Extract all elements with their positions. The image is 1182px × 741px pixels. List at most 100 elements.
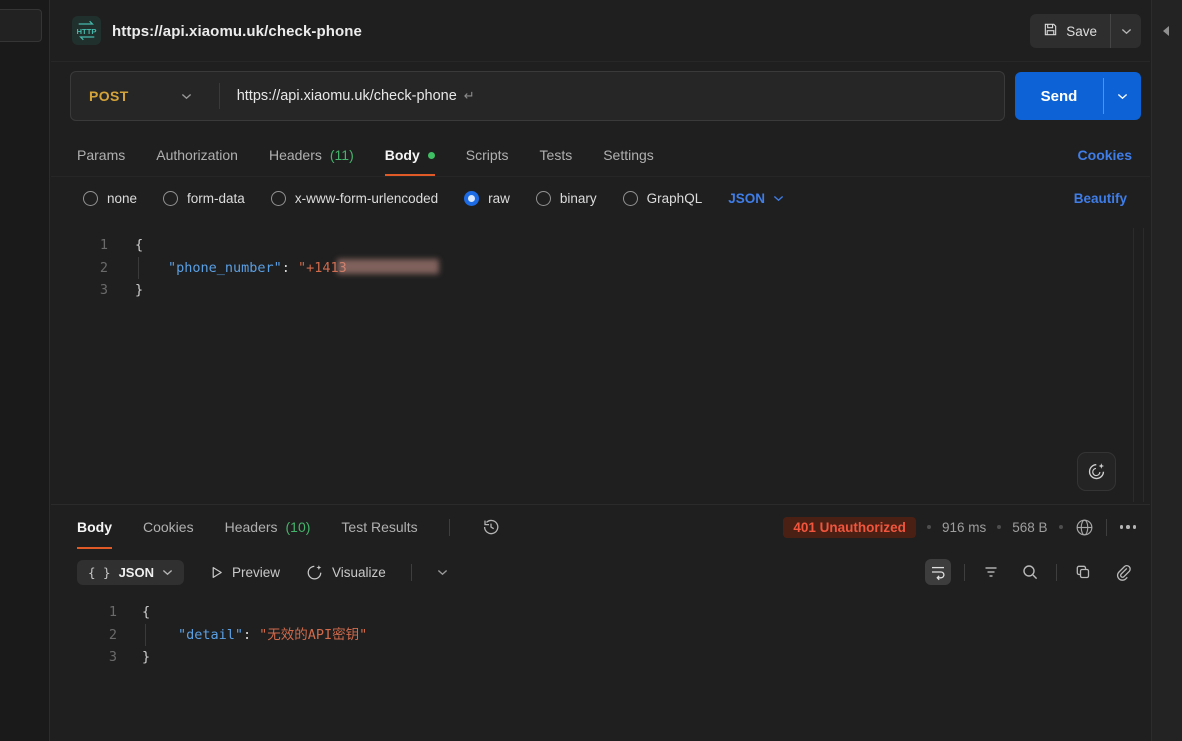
collapse-panel-arrow-icon[interactable]: [1163, 26, 1169, 36]
network-info-button[interactable]: [1074, 517, 1095, 538]
language-selector[interactable]: JSON: [728, 191, 784, 206]
play-outline-icon: [209, 565, 224, 580]
line-number: 2: [51, 624, 117, 647]
editor-panel-edge: [1143, 228, 1144, 502]
filter-lines-icon: [982, 563, 1000, 581]
wrap-text-icon: [929, 563, 947, 581]
visualize-options-button[interactable]: [437, 569, 448, 576]
tab-response-cookies[interactable]: Cookies: [143, 505, 194, 549]
tool-label: Preview: [232, 565, 280, 580]
chevron-down-icon: [1117, 93, 1128, 100]
save-options-button[interactable]: [1111, 14, 1141, 48]
line-number: 2: [51, 257, 108, 280]
divider: [449, 519, 450, 536]
radio-label: x-www-form-urlencoded: [295, 191, 438, 206]
headers-count: (10): [286, 519, 311, 535]
code-text: }: [135, 279, 143, 302]
tab-label: Params: [77, 147, 125, 163]
braces-icon: { }: [88, 565, 111, 580]
radio-circle: [83, 191, 98, 206]
status-badge: 401 Unauthorized: [783, 517, 916, 538]
link-button[interactable]: [1109, 559, 1135, 585]
wrap-text-button[interactable]: [925, 559, 951, 585]
response-format-selector[interactable]: { } JSON: [77, 560, 184, 585]
response-history-button[interactable]: [481, 517, 501, 537]
response-more-menu[interactable]: [1118, 525, 1139, 529]
separator-dot: [997, 525, 1001, 529]
save-icon: [1043, 22, 1058, 40]
cookies-link[interactable]: Cookies: [1078, 134, 1132, 176]
left-sidebar-rail: [0, 0, 50, 741]
send-options-button[interactable]: [1104, 72, 1141, 120]
code-line: 2 "detail":"无效的API密钥": [51, 624, 1150, 647]
send-button[interactable]: Send: [1015, 72, 1103, 120]
radio-circle: [623, 191, 638, 206]
code-text: }: [142, 646, 150, 669]
tab-label: Body: [77, 519, 112, 535]
code-line: 1 {: [51, 601, 1150, 624]
tab-headers[interactable]: Headers (11): [269, 134, 354, 176]
code-text: "detail":"无效的API密钥": [142, 624, 367, 647]
tab-test-results[interactable]: Test Results: [341, 505, 417, 549]
tab-settings[interactable]: Settings: [603, 134, 654, 176]
preview-button[interactable]: Preview: [209, 565, 280, 580]
json-string-value: "无效的API密钥": [259, 627, 367, 643]
search-icon: [1021, 563, 1039, 581]
radio-label: binary: [560, 191, 597, 206]
right-sidebar-rail: [1151, 0, 1182, 741]
body-type-row: none form-data x-www-form-urlencoded raw…: [51, 177, 1150, 220]
postbot-button[interactable]: [1077, 452, 1116, 491]
response-body-viewer[interactable]: 1 { 2 "detail":"无效的API密钥" 3 }: [51, 595, 1150, 741]
radio-graphql[interactable]: GraphQL: [623, 191, 703, 206]
request-panel: HTTP https://api.xiaomu.uk/check-phone S…: [51, 0, 1150, 741]
editor-scrollbar-track[interactable]: [1133, 228, 1134, 502]
save-button[interactable]: Save: [1030, 14, 1110, 48]
radio-label: GraphQL: [647, 191, 703, 206]
json-colon: :: [282, 260, 290, 276]
response-time: 916 ms: [942, 520, 986, 535]
radio-circle: [271, 191, 286, 206]
tab-response-body[interactable]: Body: [77, 505, 112, 549]
radio-none[interactable]: none: [83, 191, 137, 206]
response-status-row: 401 Unauthorized 916 ms 568 B: [783, 505, 1138, 549]
tab-response-headers[interactable]: Headers (10): [225, 505, 311, 549]
json-colon: :: [243, 627, 251, 643]
divider: [1106, 519, 1107, 536]
tab-label: Tests: [540, 147, 573, 163]
tab-tests[interactable]: Tests: [540, 134, 573, 176]
visualize-button[interactable]: Visualize: [305, 563, 386, 582]
tab-label: Authorization: [156, 147, 238, 163]
sparkle-circle-icon: [305, 563, 324, 582]
method-selector-label[interactable]: POST: [89, 88, 129, 104]
code-line: 3 }: [51, 646, 1150, 669]
url-input[interactable]: POST https://api.xiaomu.uk/check-phone ↵: [70, 71, 1005, 121]
tab-params[interactable]: Params: [77, 134, 125, 176]
enter-key-hint: ↵: [464, 88, 475, 104]
sidebar-stub-tile[interactable]: [0, 9, 42, 42]
filter-button[interactable]: [978, 559, 1004, 585]
tab-authorization[interactable]: Authorization: [156, 134, 238, 176]
response-size: 568 B: [1012, 520, 1047, 535]
tool-label: Visualize: [332, 565, 386, 580]
radio-x-www-form-urlencoded[interactable]: x-www-form-urlencoded: [271, 191, 438, 206]
code-text: {: [142, 601, 150, 624]
body-modified-dot: [428, 152, 435, 159]
radio-form-data[interactable]: form-data: [163, 191, 245, 206]
search-button[interactable]: [1017, 559, 1043, 585]
beautify-link[interactable]: Beautify: [1074, 191, 1127, 206]
radio-raw[interactable]: raw: [464, 191, 510, 206]
tab-scripts[interactable]: Scripts: [466, 134, 509, 176]
tab-body[interactable]: Body: [385, 134, 435, 176]
tab-label: Cookies: [143, 519, 194, 535]
request-body-editor[interactable]: 1 { 2 "phone_number":"+1413 3 }: [51, 222, 1150, 504]
json-key: "phone_number": [168, 260, 282, 276]
response-action-icons: [925, 553, 1135, 591]
chevron-down-icon: [437, 569, 448, 576]
copy-button[interactable]: [1070, 559, 1096, 585]
http-protocol-icon: HTTP: [72, 16, 101, 45]
method-chevron-down-icon[interactable]: [181, 93, 192, 100]
line-number: 3: [51, 279, 108, 302]
radio-binary[interactable]: binary: [536, 191, 597, 206]
radio-label: none: [107, 191, 137, 206]
send-split-button: Send: [1015, 72, 1141, 120]
